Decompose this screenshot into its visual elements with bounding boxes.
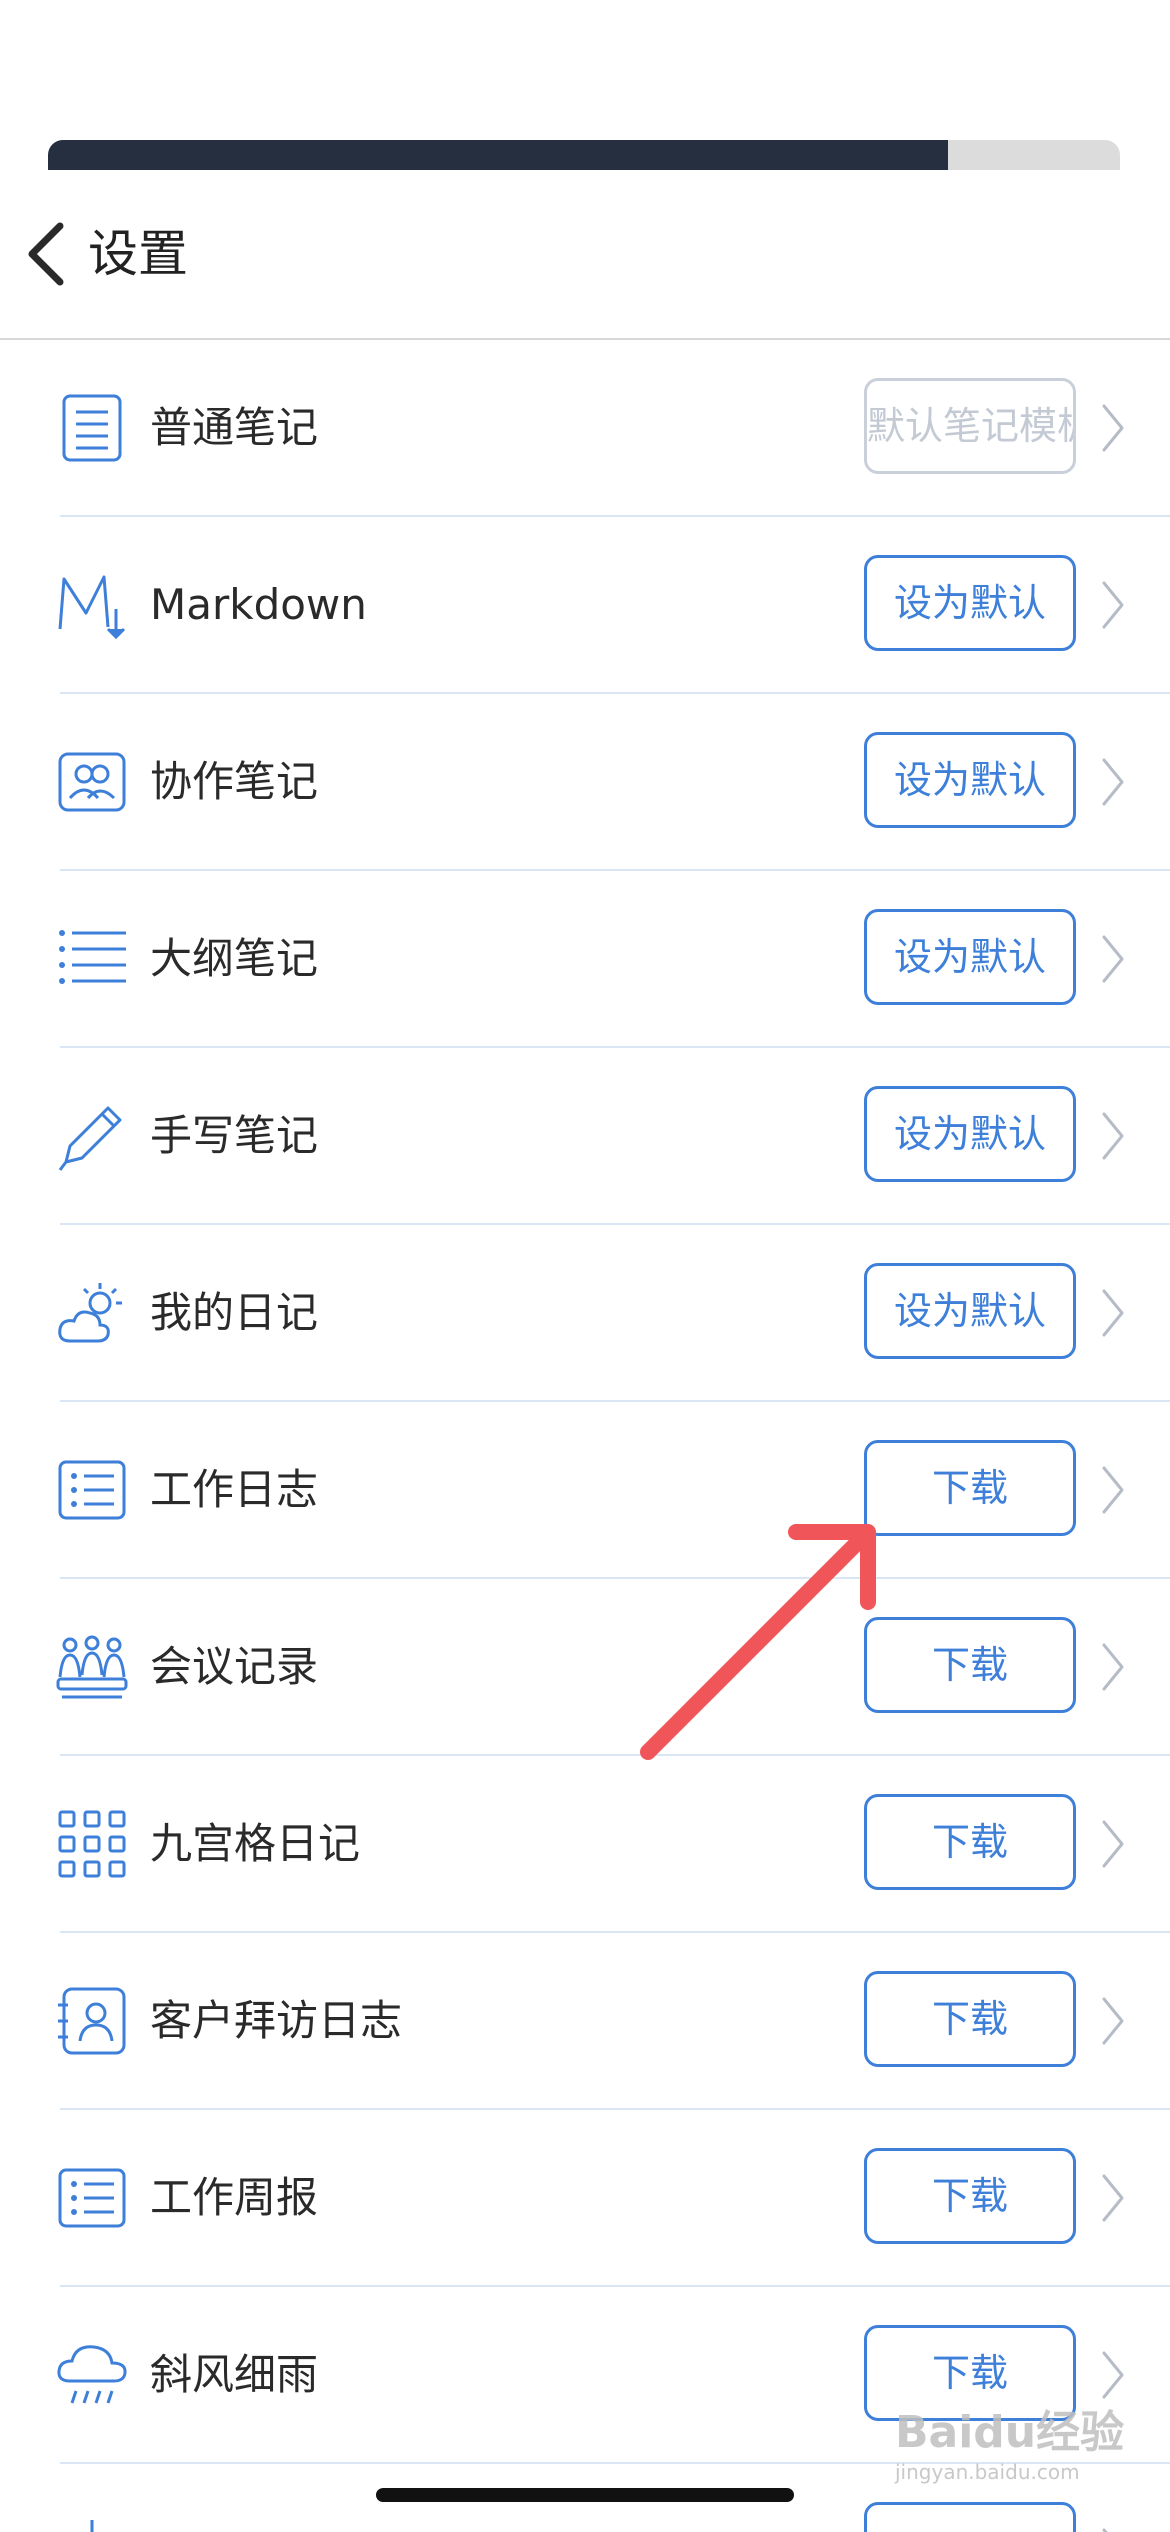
download-button[interactable]: 下载 [864,1794,1076,1890]
navigation-bar: 设置 [0,170,1170,340]
progress-bar [48,140,1120,170]
template-row[interactable]: 协作笔记 设为默认 [0,694,1170,871]
chevron-right-icon[interactable] [1098,1993,1128,2049]
template-name: 九宫格日记 [150,1819,361,1868]
template-name: 协作笔记 [150,757,319,806]
chevron-right-icon[interactable] [1098,931,1128,987]
template-row[interactable]: 工作日志 下载 [0,1402,1170,1579]
download-button[interactable]: 下载 [864,1617,1076,1713]
template-row[interactable]: 会议记录 下载 [0,1579,1170,1756]
watermark-text: Baidu经验 [895,2407,1125,2458]
pen-icon [56,1100,128,1172]
contact-card-icon [56,1985,128,2057]
template-name: 客户拜访日志 [150,1996,403,2045]
grid-nine-icon [56,1808,128,1880]
set-default-button[interactable] [864,2502,1076,2532]
template-row[interactable]: 大纲笔记 设为默认 [0,871,1170,1048]
template-name: Markdown [150,580,367,629]
template-name: 我的日记 [150,1288,319,1337]
template-row[interactable]: 九宫格日记 下载 [0,1756,1170,1933]
home-indicator[interactable] [376,2488,794,2502]
template-row[interactable]: 手写笔记 设为默认 [0,1048,1170,1225]
settings-screen: 设置 普通笔记 默认笔记模板 Markdown 设为默认 协作笔记 设为默认 大纲笔记 设为默… [0,0,1170,2532]
chevron-right-icon[interactable] [1098,2347,1128,2403]
watermark-subtext: jingyan.baidu.com [895,2460,1080,2484]
outline-list-icon [56,923,128,995]
download-button[interactable]: 下载 [864,2148,1076,2244]
chevron-right-icon[interactable] [1098,1816,1128,1872]
set-default-button[interactable]: 设为默认 [864,909,1076,1005]
template-row[interactable]: 普通笔记 默认笔记模板 [0,340,1170,517]
chevron-right-icon[interactable] [1098,1639,1128,1695]
collaboration-icon [56,746,128,818]
rain-cloud-icon [56,2339,128,2411]
template-row[interactable]: 我的日记 设为默认 [0,1225,1170,1402]
template-name: 手写笔记 [150,1111,319,1160]
list-box-icon [56,2162,128,2234]
template-name: 工作周报 [150,2173,319,2222]
chevron-right-icon[interactable] [1098,2524,1128,2532]
chevron-right-icon[interactable] [1098,754,1128,810]
snowflake-icon [56,2516,128,2532]
set-default-button[interactable]: 设为默认 [864,1263,1076,1359]
meeting-people-icon [56,1631,128,1703]
template-row[interactable]: Markdown 设为默认 [0,517,1170,694]
chevron-right-icon[interactable] [1098,577,1128,633]
baidu-watermark: Baidu经验 jingyan.baidu.com [895,2406,1125,2496]
set-default-button[interactable]: 设为默认 [864,1086,1076,1182]
document-lines-icon [56,392,128,464]
template-name: 会议记录 [150,1642,319,1691]
default-template-button: 默认笔记模板 [864,378,1076,474]
chevron-left-icon[interactable] [20,220,76,288]
download-button[interactable]: 下载 [864,1971,1076,2067]
chevron-right-icon[interactable] [1098,400,1128,456]
template-row[interactable]: 工作周报 下载 [0,2110,1170,2287]
template-row[interactable]: 客户拜访日志 下载 [0,1933,1170,2110]
template-name: 大纲笔记 [150,934,319,983]
chevron-right-icon[interactable] [1098,1108,1128,1164]
template-name: 斜风细雨 [150,2350,319,2399]
template-list: 普通笔记 默认笔记模板 Markdown 设为默认 协作笔记 设为默认 大纲笔记 设为默认 手写… [0,340,1170,2532]
set-default-button[interactable]: 设为默认 [864,555,1076,651]
chevron-right-icon[interactable] [1098,1285,1128,1341]
chevron-right-icon[interactable] [1098,2170,1128,2226]
list-box-icon [56,1454,128,1526]
page-title: 设置 [88,225,188,283]
download-button[interactable]: 下载 [864,1440,1076,1536]
weather-cloud-sun-icon [56,1277,128,1349]
template-name: 工作日志 [150,1465,319,1514]
template-name: 普通笔记 [150,403,319,452]
progress-fill [48,140,949,170]
markdown-icon [56,569,128,641]
set-default-button[interactable]: 设为默认 [864,732,1076,828]
chevron-right-icon[interactable] [1098,1462,1128,1518]
